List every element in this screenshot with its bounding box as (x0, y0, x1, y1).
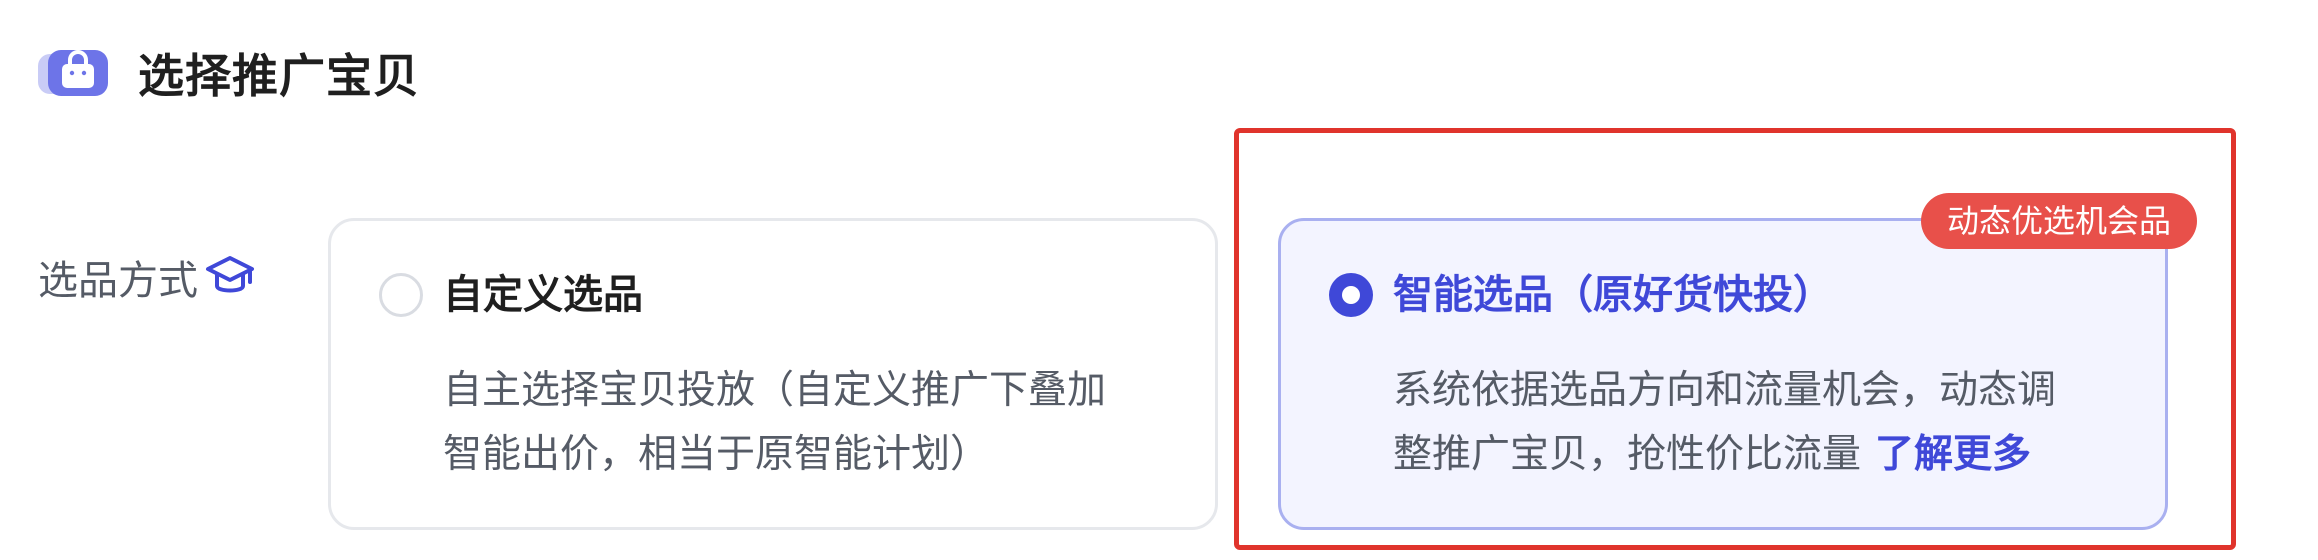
option-card-smart[interactable]: 动态优选机会品 智能选品（原好货快投） 系统依据选品方向和流量机会，动态调 整推… (1278, 193, 2197, 530)
learn-more-link[interactable]: 了解更多 (1875, 432, 2031, 477)
description-line: 整推广宝贝，抢性价比流量 了解更多 (1393, 423, 2153, 487)
dynamic-opportunity-badge: 动态优选机会品 (1920, 193, 2197, 249)
radio-smart[interactable] (1329, 273, 1373, 317)
option-title-custom: 自定义选品 (443, 272, 643, 318)
shopping-bag-icon (36, 42, 110, 104)
graduation-cap-icon[interactable] (204, 252, 256, 302)
radio-custom[interactable] (379, 273, 423, 317)
description-line-text: 整推广宝贝，抢性价比流量 (1393, 432, 1862, 477)
option-card-custom[interactable]: 自定义选品 自主选择宝贝投放（自定义推广下叠加 智能出价，相当于原智能计划） (328, 218, 1218, 530)
section-title: 选择推广宝贝 (138, 49, 420, 103)
selection-mode-label-text: 选品方式 (38, 258, 198, 304)
selection-mode-label: 选品方式 (38, 248, 256, 306)
option-description-custom: 自主选择宝贝投放（自定义推广下叠加 智能出价，相当于原智能计划） (443, 359, 1203, 487)
section-header: 选择推广宝贝 (36, 38, 420, 108)
description-line: 智能出价，相当于原智能计划） (443, 432, 990, 477)
option-title-smart: 智能选品（原好货快投） (1393, 272, 1833, 318)
option-description-smart: 系统依据选品方向和流量机会，动态调 整推广宝贝，抢性价比流量 了解更多 (1393, 359, 2153, 487)
description-line: 系统依据选品方向和流量机会，动态调 (1393, 368, 2057, 413)
page: 选择推广宝贝 选品方式 自定义选品 自主选择宝贝投放（自定义推广下叠加 智能出价… (0, 0, 2318, 560)
description-line: 自主选择宝贝投放（自定义推广下叠加 (443, 368, 1107, 413)
